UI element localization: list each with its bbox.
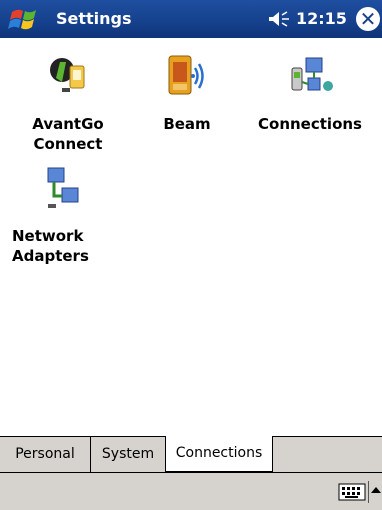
applet-connections[interactable]: Connections <box>248 52 372 134</box>
app-title: Settings <box>56 9 132 28</box>
beam-icon <box>168 55 204 95</box>
speaker-icon[interactable] <box>268 10 292 28</box>
tab-personal[interactable]: Personal <box>0 437 91 472</box>
title-bar: Settings 12:15 ✕ <box>0 0 382 38</box>
avantgo-icon <box>50 58 85 92</box>
command-bar <box>0 472 382 510</box>
windows-flag-icon[interactable] <box>8 4 42 34</box>
tab-system[interactable]: System <box>91 437 166 472</box>
applet-network-adapters[interactable]: Network Adapters <box>12 164 112 266</box>
connections-icon <box>291 57 333 91</box>
clock[interactable]: 12:15 <box>296 0 347 38</box>
applet-label: Connections <box>258 115 362 133</box>
tab-connections[interactable]: Connections <box>165 436 273 472</box>
applet-label: AvantGo Connect <box>32 115 104 153</box>
tab-strip: Personal System Connections <box>0 436 382 472</box>
close-button[interactable]: ✕ <box>356 7 380 31</box>
network-adapters-icon <box>47 167 79 208</box>
sip-menu-arrow[interactable] <box>368 481 382 503</box>
applet-label: Beam <box>163 115 211 133</box>
applet-beam[interactable]: Beam <box>142 52 232 134</box>
keyboard-icon[interactable] <box>338 483 366 501</box>
caret-up-icon <box>371 487 381 493</box>
applet-avantgo-connect[interactable]: AvantGo Connect <box>16 52 120 154</box>
settings-content: AvantGo Connect Beam Connections Network… <box>0 38 382 436</box>
applet-label: Network Adapters <box>12 227 89 265</box>
